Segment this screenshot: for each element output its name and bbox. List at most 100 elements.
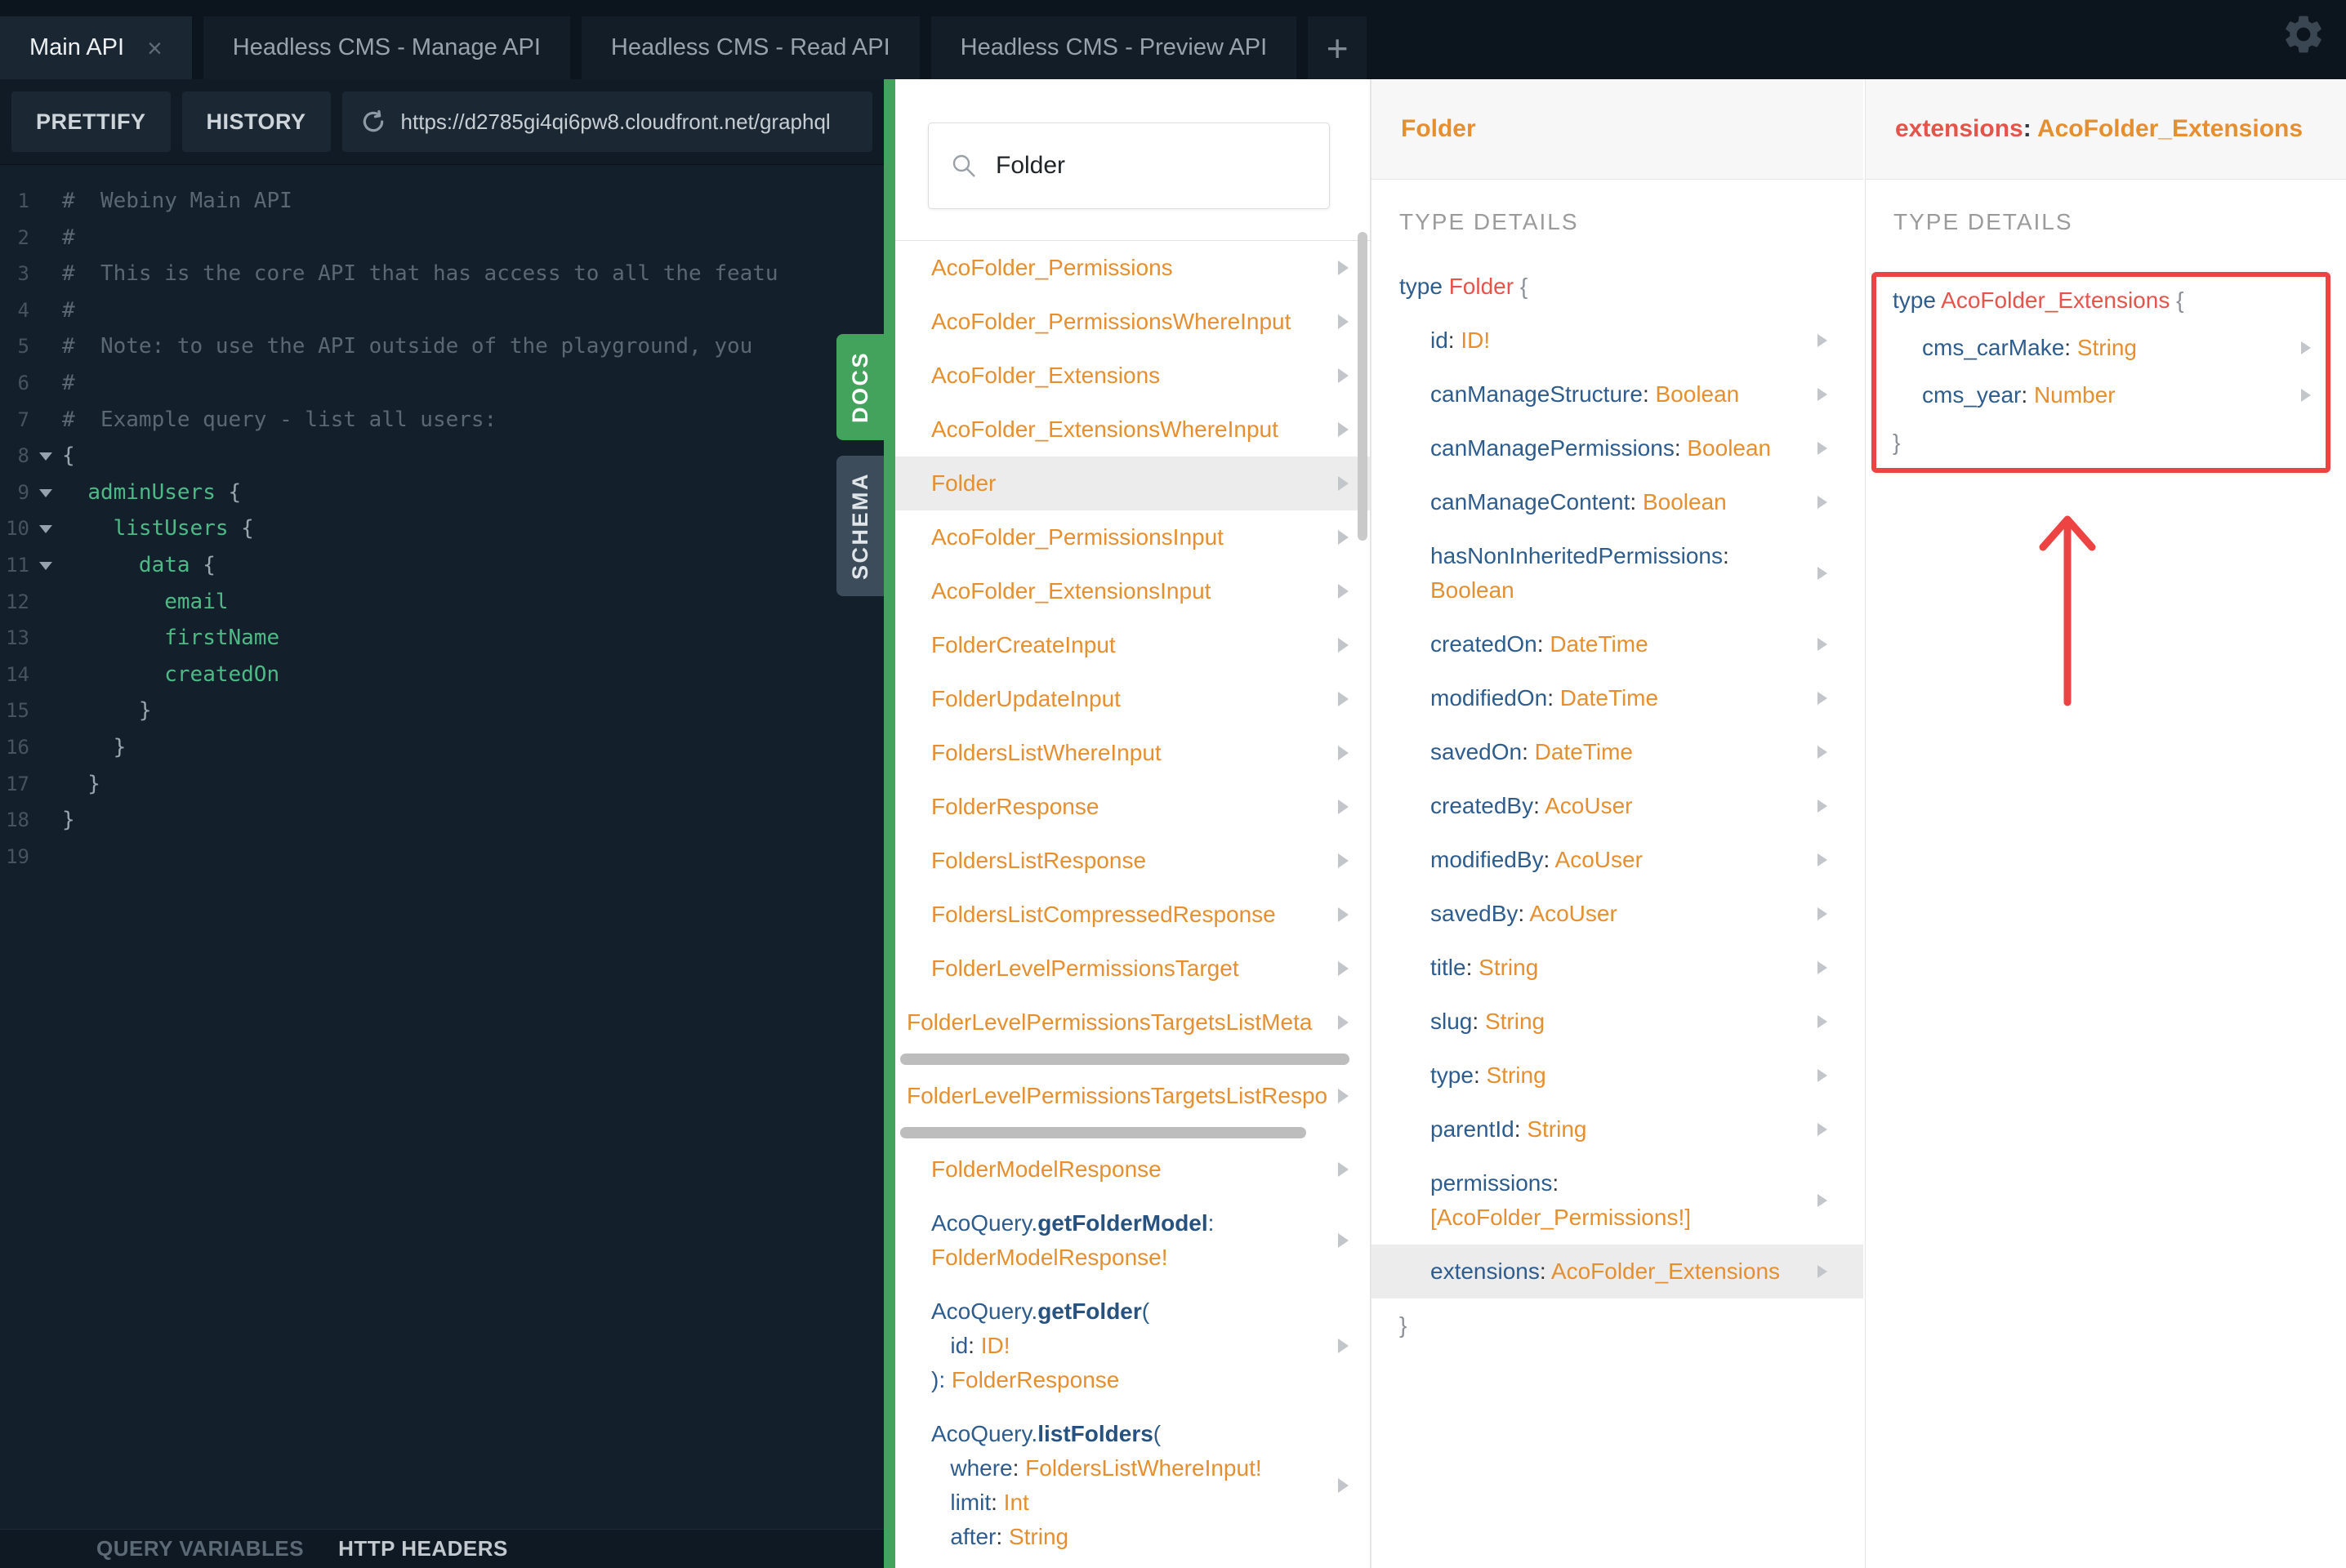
line-number: 4: [17, 298, 29, 322]
settings-gear-icon[interactable]: [2281, 11, 2326, 57]
code-line: 5 # Note: to use the API outside of the p…: [0, 328, 884, 365]
docs-list-item[interactable]: AcoFolder_Extensions: [895, 349, 1370, 403]
tab-bar: Main API × Headless CMS - Manage API Headle…: [0, 0, 2346, 79]
tab-label: Main API: [29, 34, 125, 60]
tab-close-icon[interactable]: ×: [147, 35, 163, 61]
chevron-right-icon: [1338, 261, 1349, 275]
code-line: 11 data {: [0, 547, 884, 584]
type-field-row[interactable]: canManageContent: Boolean: [1371, 475, 1863, 529]
new-tab-button[interactable]: +: [1308, 16, 1367, 79]
fold-caret-icon[interactable]: [39, 452, 52, 461]
docs-list-item[interactable]: FolderCreateInput: [895, 618, 1370, 672]
type-field-row[interactable]: slug: String: [1371, 995, 1863, 1049]
reload-icon: [363, 109, 383, 132]
tab[interactable]: Headless CMS - Preview API: [930, 16, 1297, 79]
chevron-right-icon: [1338, 1478, 1349, 1493]
folder-type-panel: Folder TYPE DETAILS type Folder { id: ID…: [1371, 79, 1863, 1568]
type-field-row[interactable]: modifiedBy: AcoUser: [1371, 833, 1863, 887]
type-field-row[interactable]: type: String: [1371, 1049, 1863, 1102]
docs-list-item[interactable]: FolderLevelPermissionsTargetsListMeta: [895, 996, 1370, 1049]
docs-list-item[interactable]: AcoFolder_Permissions: [895, 241, 1370, 295]
docs-list-item[interactable]: Folder: [895, 457, 1370, 510]
code-line: 1 # Webiny Main API: [0, 183, 884, 220]
docs-list-item[interactable]: FolderLevelPermissionsTargetsListRespo: [895, 1069, 1370, 1123]
docs-list-item[interactable]: AcoFolder_ExtensionsInput: [895, 564, 1370, 618]
docs-list-item[interactable]: AcoQuery.getFolderModel: FolderModelRespo…: [895, 1196, 1370, 1285]
line-number: 5: [17, 335, 29, 359]
type-field-row[interactable]: cms_year: Number: [1876, 372, 2326, 419]
type-signature: type AcoFolder_Extensions {: [1893, 287, 2184, 313]
docs-tab[interactable]: DOCS: [836, 334, 884, 440]
type-field-row[interactable]: modifiedOn: DateTime: [1371, 671, 1863, 725]
code-line: 8{: [0, 438, 884, 474]
code-line: 17 }: [0, 766, 884, 803]
docs-vertical-scrollbar[interactable]: [1358, 232, 1367, 541]
code-line: 9 adminUsers {: [0, 474, 884, 511]
docs-search-area: Folder: [895, 79, 1370, 241]
tab[interactable]: Headless CMS - Manage API: [203, 16, 570, 79]
query-variables-tab[interactable]: QUERY VARIABLES: [96, 1536, 304, 1561]
search-icon: [952, 154, 975, 177]
docs-panel-divider[interactable]: [884, 79, 895, 1568]
horizontal-scrollbar[interactable]: [900, 1054, 1349, 1065]
code-line: 4 #: [0, 292, 884, 329]
docs-list-item[interactable]: FolderUpdateInput: [895, 672, 1370, 726]
section-header: TYPE DETAILS: [1399, 209, 1579, 234]
type-field-row[interactable]: parentId: String: [1371, 1102, 1863, 1156]
tab-strip: Main API × Headless CMS - Manage API Headle…: [0, 0, 2346, 79]
docs-list-item[interactable]: AcoFolder_PermissionsInput: [895, 510, 1370, 564]
code-line: 19: [0, 839, 884, 875]
code-line: 13 firstName: [0, 620, 884, 657]
docs-list-item[interactable]: FolderLevelPermissionsTarget: [895, 942, 1370, 996]
chevron-right-icon: [1338, 907, 1349, 922]
docs-list-item[interactable]: FoldersListResponse: [895, 834, 1370, 888]
history-button[interactable]: HISTORY: [181, 91, 331, 152]
fold-caret-icon[interactable]: [39, 561, 52, 570]
type-field-row[interactable]: title: String: [1371, 941, 1863, 995]
chevron-right-icon: [1817, 907, 1827, 920]
type-field-row[interactable]: hasNonInheritedPermissions: Boolean: [1371, 529, 1863, 617]
type-field-row[interactable]: canManageStructure: Boolean: [1371, 368, 1863, 421]
fold-caret-icon[interactable]: [39, 525, 52, 534]
type-field-list: id: ID! canManageStructure: Boolean canMan…: [1371, 314, 1863, 1298]
docs-list-item[interactable]: AcoQuery.getFolder( id: ID!): FolderResp…: [895, 1285, 1370, 1407]
type-signature: type Folder {: [1399, 274, 1528, 299]
type-field-row[interactable]: createdBy: AcoUser: [1371, 779, 1863, 833]
tab[interactable]: Headless CMS - Read API: [581, 16, 920, 79]
docs-list-item[interactable]: FoldersListWhereInput: [895, 726, 1370, 780]
type-field-row[interactable]: id: ID!: [1371, 314, 1863, 368]
code-editor[interactable]: 1 # Webiny Main API 2 #3 # This is the core …: [0, 165, 884, 875]
docs-list-item[interactable]: FolderResponse: [895, 780, 1370, 834]
editor-bottom-bar: QUERY VARIABLES HTTP HEADERS: [0, 1529, 884, 1568]
type-field-row[interactable]: savedBy: AcoUser: [1371, 887, 1863, 941]
tab[interactable]: Main API ×: [0, 16, 192, 79]
chevron-right-icon: [1817, 692, 1827, 705]
type-field-row[interactable]: savedOn: DateTime: [1371, 725, 1863, 779]
chevron-right-icon: [1338, 1089, 1349, 1103]
docs-list-item[interactable]: FoldersListCompressedResponse: [895, 888, 1370, 942]
docs-search-input[interactable]: Folder: [928, 122, 1330, 209]
docs-list-item[interactable]: FolderModelResponse: [895, 1143, 1370, 1196]
closing-brace: }: [1399, 1312, 1407, 1338]
schema-tab[interactable]: SCHEMA: [836, 456, 884, 596]
chevron-right-icon: [1817, 1265, 1827, 1278]
horizontal-scrollbar[interactable]: [900, 1127, 1306, 1138]
docs-list-item[interactable]: AcoQuery.listFolders( where: FoldersList…: [895, 1407, 1370, 1564]
code-line: 6 #: [0, 365, 884, 402]
type-field-row[interactable]: createdOn: DateTime: [1371, 617, 1863, 671]
type-field-row[interactable]: canManagePermissions: Boolean: [1371, 421, 1863, 475]
http-headers-tab[interactable]: HTTP HEADERS: [338, 1536, 508, 1561]
type-field-row[interactable]: extensions: AcoFolder_Extensions: [1371, 1245, 1863, 1298]
docs-list-item[interactable]: AcoFolder_PermissionsWhereInput: [895, 295, 1370, 349]
docs-list-item[interactable]: AcoFolder_ExtensionsWhereInput: [895, 403, 1370, 457]
endpoint-url-field[interactable]: https://d2785gi4qi6pw8.cloudfront.net/gr…: [341, 91, 872, 152]
tab-label: Headless CMS - Manage API: [232, 34, 541, 60]
line-number: 12: [6, 590, 29, 613]
fold-caret-icon[interactable]: [39, 488, 52, 497]
prettify-button[interactable]: PRETTIFY: [11, 91, 171, 152]
chevron-right-icon: [1817, 638, 1827, 651]
chevron-right-icon: [1338, 1339, 1349, 1353]
line-number: 17: [6, 772, 29, 795]
type-field-row[interactable]: cms_carMake: String: [1876, 324, 2326, 372]
type-field-row[interactable]: permissions: [AcoFolder_Permissions!]: [1371, 1156, 1863, 1245]
